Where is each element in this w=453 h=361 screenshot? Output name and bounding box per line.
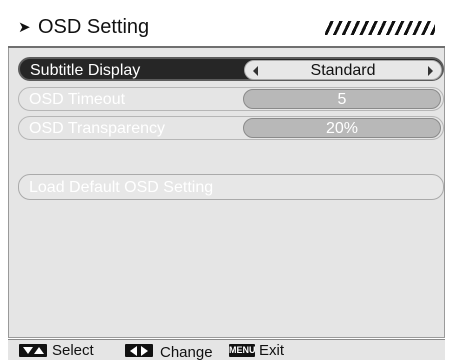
title-arrow-icon: ➤: [18, 19, 31, 36]
menu-key-icon: MENU: [229, 344, 256, 357]
footer-help-bar: Select Change MENU Exit: [8, 339, 445, 361]
osd-timeout-value-box[interactable]: 5: [243, 89, 441, 109]
osd-timeout-value: 5: [337, 91, 347, 108]
osd-screen: ➤ OSD Setting Subtitle Display Standard …: [0, 0, 453, 361]
load-default-label: Load Default OSD Setting: [29, 179, 214, 196]
menu-item-osd-transparency[interactable]: OSD Transparency 20%: [18, 116, 444, 140]
menu-item-load-default[interactable]: Load Default OSD Setting: [18, 174, 444, 200]
up-down-arrows-icon: [19, 344, 47, 357]
subtitle-display-selector[interactable]: Standard: [244, 60, 442, 80]
menu-item-osd-timeout[interactable]: OSD Timeout 5: [18, 87, 444, 111]
title-bar: ➤ OSD Setting: [8, 8, 445, 48]
page-title: OSD Setting: [38, 15, 150, 38]
footer-select-label: Select: [52, 342, 94, 359]
left-right-arrows-icon: [125, 344, 153, 357]
subtitle-display-label: Subtitle Display: [30, 62, 141, 79]
left-arrow-icon[interactable]: [253, 66, 258, 76]
osd-transparency-label: OSD Transparency: [29, 120, 166, 137]
menu-item-subtitle-display[interactable]: Subtitle Display Standard: [18, 57, 444, 81]
footer-exit-label: Exit: [259, 342, 285, 359]
subtitle-display-value: Standard: [310, 62, 376, 79]
right-arrow-icon[interactable]: [428, 66, 433, 76]
footer-change-label: Change: [160, 344, 213, 361]
osd-timeout-label: OSD Timeout: [29, 91, 126, 108]
osd-transparency-value: 20%: [325, 120, 359, 137]
osd-transparency-value-box[interactable]: 20%: [243, 118, 441, 138]
title-hatch-decoration: [325, 21, 435, 35]
